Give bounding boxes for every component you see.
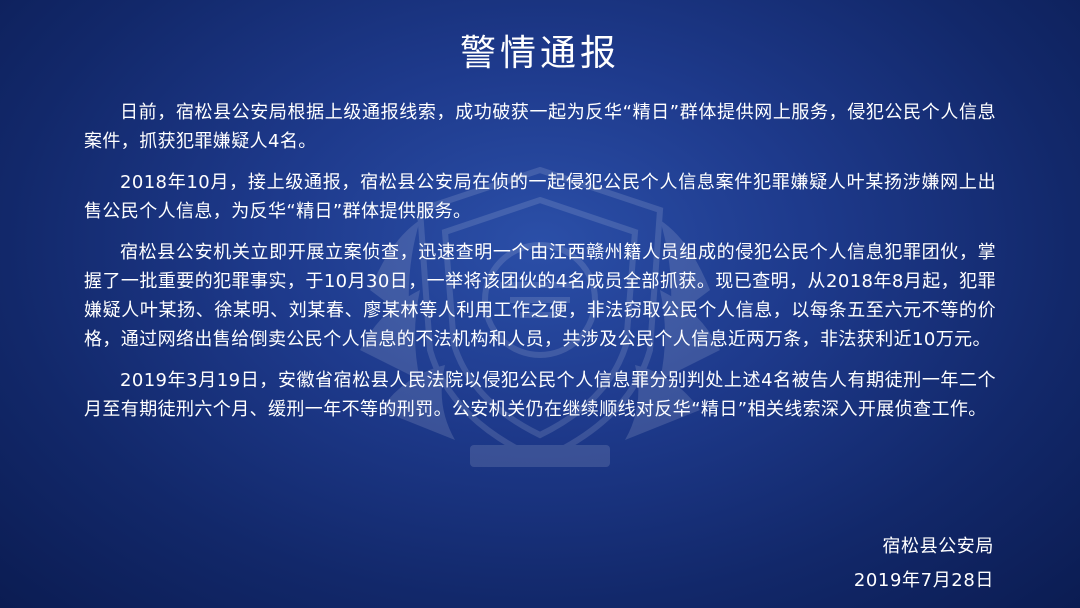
- notice-body: 日前，宿松县公安局根据上级通报线索，成功破获一起为反华“精日”群体提供网上服务，…: [84, 98, 996, 436]
- paragraph-2: 2018年10月，接上级通报，宿松县公安局在侦的一起侵犯公民个人信息案件犯罪嫌疑…: [84, 172, 996, 222]
- notice-document: 警情通报 日前，宿松县公安局根据上级通报线索，成功破获一起为反华“精日”群体提供…: [0, 0, 1080, 608]
- issuer-name: 宿松县公安局: [882, 536, 994, 557]
- paragraph-4: 2019年3月19日，安徽省宿松县人民法院以侵犯公民个人信息罪分别判处上述4名被…: [84, 370, 996, 420]
- paragraph-3: 宿松县公安机关立即开展立案侦查，迅速查明一个由江西赣州籍人员组成的侵犯公民个人信…: [84, 242, 996, 350]
- paragraph-1: 日前，宿松县公安局根据上级通报线索，成功破获一起为反华“精日”群体提供网上服务，…: [84, 102, 996, 152]
- notice-title: 警情通报: [459, 33, 620, 74]
- signature-block: 宿松县公安局 2019年7月28日: [854, 530, 994, 598]
- issue-date: 2019年7月28日: [853, 570, 994, 591]
